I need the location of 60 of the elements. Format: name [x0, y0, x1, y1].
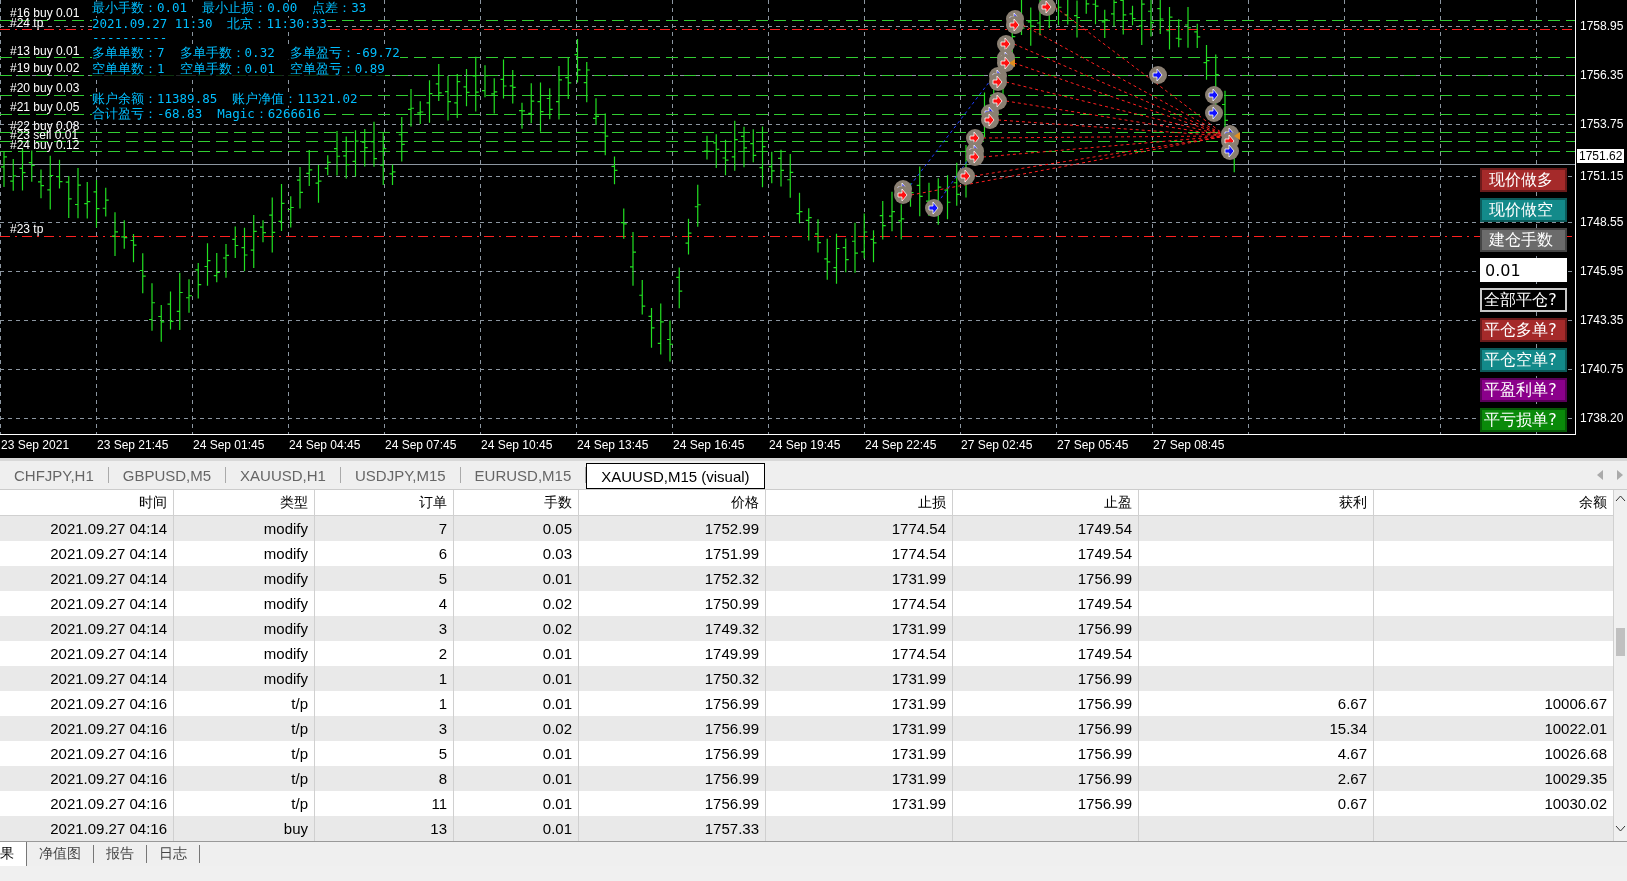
close-marker-icon [1009, 59, 1015, 67]
current-price-label: 1751.62 [1577, 149, 1625, 163]
time-label: 27 Sep 02:45 [961, 438, 1033, 452]
order-label: #21 buy 0.05 [10, 101, 80, 113]
order-label: #23 tp [10, 223, 44, 235]
price-label: 1751.15 [1580, 169, 1624, 183]
price-label: 1743.35 [1580, 313, 1624, 327]
chart-tab[interactable]: USDJPY,M15 [340, 467, 461, 483]
order-label: #24 buy 0.12 [10, 139, 80, 151]
chart-tab[interactable]: XAUUSD,M15 (visual) [586, 463, 765, 489]
price-label: 1738.20 [1580, 411, 1624, 425]
panel-tab[interactable]: 果 [0, 842, 27, 866]
scroll-left-icon[interactable] [1597, 470, 1603, 480]
trade-button[interactable]: 平盈利单? [1480, 378, 1567, 402]
order-label: #20 buy 0.03 [10, 82, 80, 94]
trade-button[interactable]: 平仓多单? [1480, 318, 1567, 342]
lots-input-field[interactable]: 0.01 [1480, 258, 1567, 282]
time-label: 24 Sep 16:45 [673, 438, 745, 452]
chart-tab[interactable]: CHFJPY,H1 [0, 467, 109, 483]
account-info-text: ---------- [92, 31, 168, 45]
trade-button[interactable]: 现价做空 [1480, 198, 1567, 222]
time-label: 24 Sep 01:45 [193, 438, 265, 452]
price-label: 1758.95 [1580, 19, 1624, 33]
order-label: #13 buy 0.01 [10, 45, 80, 57]
order-label: #16 buy 0.01 [10, 7, 80, 19]
panel-tab[interactable]: 日志 [147, 845, 200, 863]
account-info-text: 最小手数：0.01 最小止损：0.00 点差：33 [92, 1, 367, 15]
time-label: 24 Sep 04:45 [289, 438, 361, 452]
trade-button[interactable]: 平仓空单? [1480, 348, 1567, 372]
scrollbar-thumb[interactable] [1616, 628, 1625, 656]
account-info-text: 账户余额：11389.85 账户净值：11321.02 [92, 92, 358, 106]
order-label: #19 buy 0.02 [10, 62, 80, 74]
time-label: 24 Sep 13:45 [577, 438, 649, 452]
account-info-text: 多单单数：7 多单手数：0.32 多单盈亏：-69.72 [92, 46, 400, 60]
time-label: 24 Sep 10:45 [481, 438, 553, 452]
time-label: 23 Sep 21:45 [97, 438, 169, 452]
panel-tab[interactable]: 报告 [94, 845, 147, 863]
trade-button[interactable]: 平亏损单? [1480, 408, 1567, 432]
account-info-text: 2021.09.27 11:30 北京：11:30:33 [92, 17, 327, 31]
account-info-text: 合计盈亏：-68.83 Magic：6266616 [92, 107, 321, 121]
chart-tab[interactable]: XAUUSD,H1 [226, 467, 341, 483]
time-label: 23 Sep 2021 [1, 438, 70, 452]
trade-button[interactable]: 现价做多 [1480, 168, 1567, 192]
time-label: 27 Sep 05:45 [1057, 438, 1129, 452]
time-label: 24 Sep 07:45 [385, 438, 457, 452]
close-all-button[interactable]: 全部平仓? [1480, 288, 1567, 312]
price-label: 1756.35 [1580, 68, 1624, 82]
price-label: 1745.95 [1580, 264, 1624, 278]
account-info-text: 空单单数：1 空单手数：0.01 空单盈亏：0.89 [92, 62, 385, 76]
trade-button[interactable]: 建仓手数 [1480, 228, 1567, 252]
chart-tab[interactable]: GBPUSD,M5 [108, 467, 227, 483]
price-label: 1753.75 [1580, 117, 1624, 131]
scroll-right-icon[interactable] [1617, 470, 1623, 480]
time-label: 24 Sep 22:45 [865, 438, 937, 452]
order-arrow-icon [1038, 0, 1056, 16]
price-label: 1740.75 [1580, 362, 1624, 376]
time-label: 24 Sep 19:45 [769, 438, 841, 452]
time-label: 27 Sep 08:45 [1153, 438, 1225, 452]
panel-tab[interactable]: 净值图 [27, 845, 94, 863]
price-label: 1748.55 [1580, 215, 1624, 229]
